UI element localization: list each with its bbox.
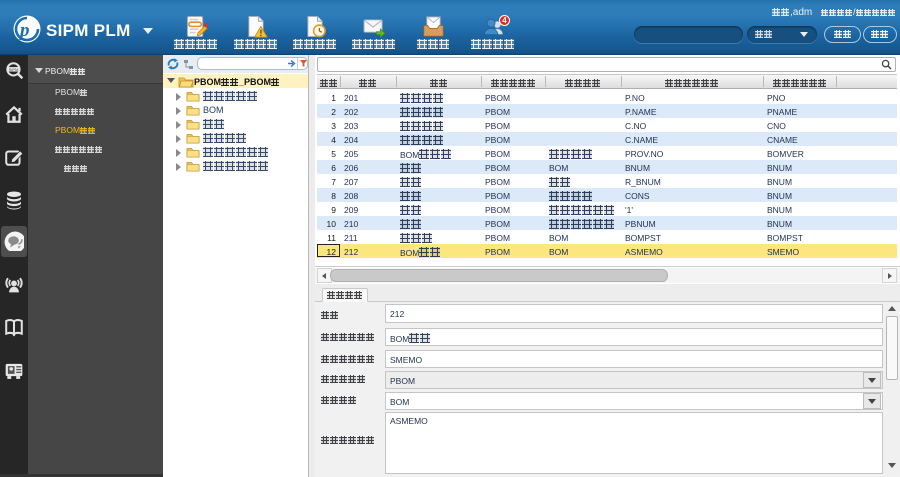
svg-text:p: p (18, 20, 30, 41)
svg-text:SIPM: SIPM (9, 67, 19, 72)
